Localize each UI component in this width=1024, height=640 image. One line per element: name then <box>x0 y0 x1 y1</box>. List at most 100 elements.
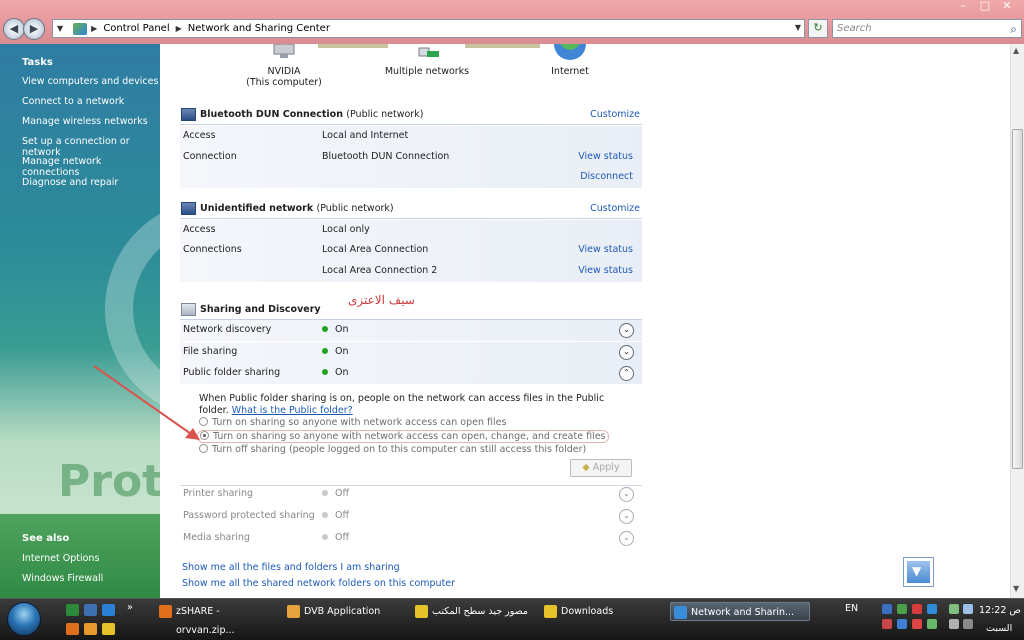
internet-explorer-icon[interactable] <box>102 604 115 616</box>
row-label: Access <box>183 130 216 141</box>
internet-node[interactable]: Internet <box>540 44 600 77</box>
breadcrumb-network-sharing[interactable]: Network and Sharing Center <box>188 23 330 34</box>
status-on-icon <box>322 348 328 354</box>
address-dropdown-icon[interactable]: ▼ <box>795 23 801 32</box>
unidentified-connection2-row: Local Area Connection 2 View status <box>180 261 642 282</box>
sharing-discovery-title: Sharing and Discovery <box>200 304 321 315</box>
radio-open-files[interactable]: Turn on sharing so anyone with network a… <box>199 417 506 428</box>
scroll-down-icon[interactable]: ▼ <box>1013 584 1019 593</box>
close-icon[interactable]: ✕ <box>996 0 1018 14</box>
search-icon[interactable]: ⌕ <box>1010 21 1017 38</box>
sidebar-link-connect[interactable]: Connect to a network <box>22 96 124 107</box>
firefox-icon[interactable] <box>66 623 79 635</box>
tray-icon[interactable] <box>912 604 922 614</box>
tray-icon[interactable] <box>897 604 907 614</box>
taskbar-item-network-sharing[interactable]: Network and Sharin... <box>670 602 810 621</box>
this-computer-node[interactable]: NVIDIA (This computer) <box>240 43 328 88</box>
breadcrumb-control-panel[interactable]: Control Panel <box>103 23 169 34</box>
bluetooth-disconnect-link[interactable]: Disconnect <box>580 171 633 182</box>
breadcrumb-separator-icon[interactable]: ▶ <box>176 24 182 33</box>
show-shared-files-link[interactable]: Show me all the files and folders I am s… <box>182 562 400 573</box>
tray-icon[interactable] <box>882 619 892 629</box>
password-sharing-row[interactable]: Password protected sharing Off ⌄ <box>180 506 642 527</box>
back-button[interactable]: ◀ <box>3 18 25 40</box>
switch-windows-icon[interactable] <box>84 604 97 616</box>
clock-day: السبت <box>986 623 1013 634</box>
expand-chevron-icon[interactable]: ⌄ <box>619 487 634 502</box>
rss-icon[interactable] <box>84 623 97 635</box>
taskbar-item-zshare[interactable]: zSHARE - orvvan.zip... <box>156 602 274 636</box>
volume-icon[interactable] <box>963 604 973 614</box>
expand-chevron-icon[interactable]: ⌄ <box>619 531 634 546</box>
taskbar-item-desktop[interactable]: مصور جيد سطح المكتب <box>412 602 534 621</box>
printer-sharing-row[interactable]: Printer sharing Off ⌄ <box>180 484 642 505</box>
radio-turn-off-sharing[interactable]: Turn off sharing (people logged on to th… <box>199 444 586 455</box>
tray-icon[interactable] <box>927 619 937 629</box>
sidebar-link-internet-options[interactable]: Internet Options <box>22 553 99 564</box>
internet-label: Internet <box>551 66 589 77</box>
collapse-chevron-icon[interactable]: ⌃ <box>619 366 634 381</box>
file-sharing-row[interactable]: File sharing On ⌄ <box>180 342 642 363</box>
scroll-up-icon[interactable]: ▲ <box>1013 46 1019 55</box>
apply-button[interactable]: ◆ Apply <box>570 459 632 477</box>
minimize-icon[interactable]: – <box>952 0 974 14</box>
maximize-icon[interactable]: □ <box>974 0 996 14</box>
taskbar-item-dvb[interactable]: DVB Application <box>284 602 402 621</box>
unidentified-access-row: Access Local only <box>180 220 642 241</box>
expand-chevron-icon[interactable]: ⌄ <box>619 323 634 338</box>
network-tray-icon[interactable] <box>949 604 959 614</box>
arrow-down-icon: ▼ <box>912 564 922 578</box>
search-input[interactable]: Search ⌕ <box>832 19 1022 38</box>
row-label: File sharing <box>183 346 238 357</box>
show-shared-folders-link[interactable]: Show me all the shared network folders o… <box>182 578 455 589</box>
sidebar-link-windows-firewall[interactable]: Windows Firewall <box>22 573 103 584</box>
forward-button[interactable]: ▶ <box>23 18 45 40</box>
sidebar-link-manage-connections[interactable]: Manage network connections <box>22 156 160 178</box>
multiple-networks-node[interactable]: Multiple networks <box>382 44 472 77</box>
bluetooth-customize-link[interactable]: Customize <box>590 109 640 120</box>
annotation-arrow-icon <box>93 365 200 440</box>
what-is-public-folder-link[interactable]: What is the Public folder? <box>232 405 353 416</box>
sidebar-link-diagnose[interactable]: Diagnose and repair <box>22 177 118 188</box>
bluetooth-view-status-link[interactable]: View status <box>578 151 633 162</box>
expand-chevron-icon[interactable]: ⌄ <box>619 345 634 360</box>
folder-icon[interactable] <box>102 623 115 635</box>
row-value: Local and Internet <box>322 130 409 141</box>
taskbar-item-downloads[interactable]: Downloads <box>541 602 663 621</box>
sidebar-link-manage-wireless[interactable]: Manage wireless networks <box>22 116 148 127</box>
scroll-down-button[interactable]: ▼ <box>903 557 934 587</box>
unidentified-view-status-link[interactable]: View status <box>578 244 633 255</box>
address-bar[interactable]: ▼ ▶ Control Panel ▶ Network and Sharing … <box>52 19 805 38</box>
refresh-button[interactable]: ↻ <box>808 19 828 38</box>
tray-icon[interactable] <box>949 619 959 629</box>
network-bench-icon <box>181 202 196 215</box>
tray-icon[interactable] <box>912 619 922 629</box>
public-folder-sharing-row[interactable]: Public folder sharing On ⌃ <box>180 363 642 384</box>
unidentified-network-panel: Unidentified network (Public network) Cu… <box>180 199 642 283</box>
start-button[interactable] <box>7 602 41 636</box>
chevron-down-icon[interactable]: ▼ <box>57 24 63 33</box>
language-indicator[interactable]: EN <box>845 603 858 614</box>
search-placeholder: Search <box>837 23 872 34</box>
expand-chevron-icon[interactable]: ⌄ <box>619 509 634 524</box>
sidebar-link-view-computers[interactable]: View computers and devices <box>22 76 158 87</box>
clock-time[interactable]: 12:22 ص <box>979 605 1021 616</box>
folder-icon <box>544 605 557 618</box>
unidentified-view-status2-link[interactable]: View status <box>578 265 633 276</box>
quicklaunch-more-icon[interactable]: » <box>127 602 133 613</box>
breadcrumb-separator-icon[interactable]: ▶ <box>91 24 97 33</box>
radio-open-change-create[interactable]: Turn on sharing so anyone with network a… <box>197 430 609 443</box>
tray-icon[interactable] <box>927 604 937 614</box>
status-off-icon <box>322 512 328 518</box>
bluetooth-icon[interactable] <box>897 619 907 629</box>
show-desktop-icon[interactable] <box>66 604 79 616</box>
scrollbar-thumb[interactable] <box>1012 129 1023 469</box>
unidentified-network-header: Unidentified network (Public network) Cu… <box>180 199 642 219</box>
network-discovery-row[interactable]: Network discovery On ⌄ <box>180 320 642 341</box>
vertical-scrollbar[interactable]: ▲ ▼ <box>1010 44 1024 598</box>
unidentified-customize-link[interactable]: Customize <box>590 203 640 214</box>
media-sharing-row[interactable]: Media sharing Off ⌄ <box>180 528 642 549</box>
tray-icon[interactable] <box>882 604 892 614</box>
tray-icon[interactable] <box>963 619 973 629</box>
sidebar-link-setup-connection[interactable]: Set up a connection or network <box>22 136 160 158</box>
